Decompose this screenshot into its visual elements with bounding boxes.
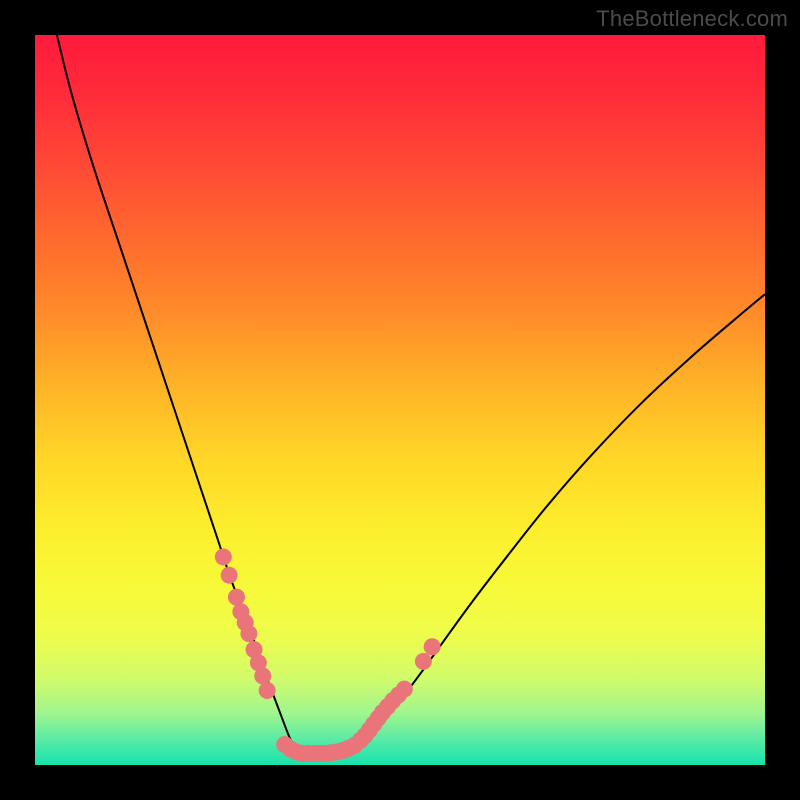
watermark-text: TheBottleneck.com bbox=[596, 6, 788, 32]
bottleneck-curve bbox=[57, 35, 765, 758]
data-marker bbox=[240, 625, 257, 642]
data-marker bbox=[215, 548, 232, 565]
data-marker bbox=[396, 681, 413, 698]
chart-svg bbox=[35, 35, 765, 765]
data-marker bbox=[415, 653, 432, 670]
data-marker bbox=[254, 667, 271, 684]
data-marker bbox=[228, 589, 245, 606]
data-marker bbox=[221, 567, 238, 584]
plot-area bbox=[35, 35, 765, 765]
data-marker bbox=[259, 682, 276, 699]
data-marker bbox=[424, 638, 441, 655]
outer-frame: TheBottleneck.com bbox=[0, 0, 800, 800]
